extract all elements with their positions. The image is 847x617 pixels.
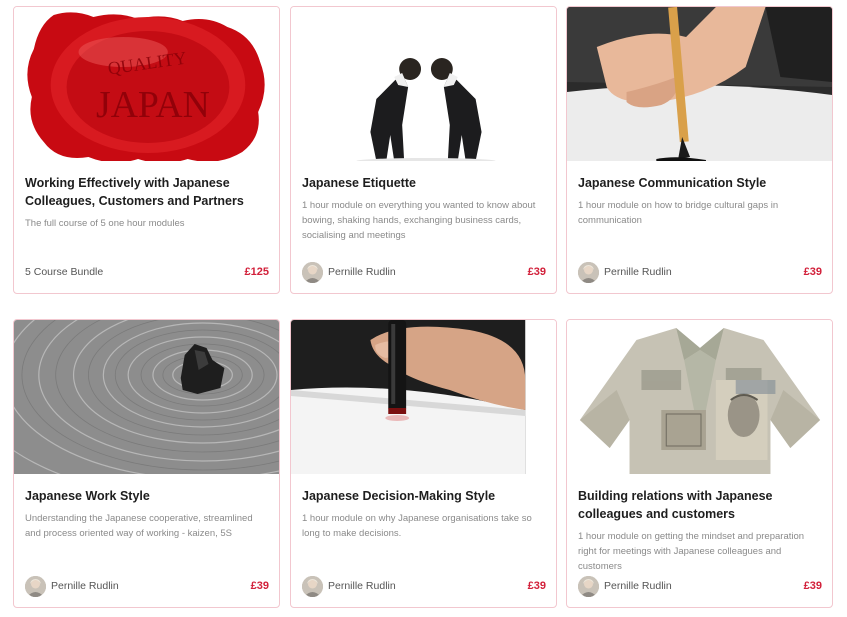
course-title[interactable]: Japanese Communication Style (578, 174, 822, 192)
price: £39 (527, 580, 546, 592)
seal-text-japan: JAPAN (96, 84, 210, 126)
course-description: Understanding the Japanese cooperative, … (25, 513, 253, 539)
hanko-stamp-image (291, 320, 556, 474)
bundle-label: 5 Course Bundle (25, 266, 104, 278)
card-footer: Pernille Rudlin £39 (578, 261, 822, 283)
avatar (302, 575, 323, 597)
author[interactable]: Pernille Rudlin (302, 261, 396, 283)
price: £39 (803, 580, 822, 592)
price: £39 (527, 266, 546, 278)
course-title[interactable]: Japanese Work Style (25, 487, 269, 505)
course-card-japanese-etiquette[interactable]: Japanese Etiquette 1 hour module on ever… (290, 6, 557, 294)
author-name: Pernille Rudlin (604, 580, 672, 592)
course-card-work-style[interactable]: Japanese Work Style Understanding the Ja… (13, 319, 280, 608)
author-name: Pernille Rudlin (328, 266, 396, 278)
course-description: 1 hour module on getting the mindset and… (578, 531, 805, 572)
course-title[interactable]: Japanese Decision-Making Style (302, 487, 546, 505)
author[interactable]: Pernille Rudlin (578, 261, 672, 283)
card-footer: Pernille Rudlin £39 (25, 575, 269, 597)
course-description: 1 hour module on everything you wanted t… (302, 200, 536, 241)
course-description: 1 hour module on why Japanese organisati… (302, 513, 532, 539)
author[interactable]: Pernille Rudlin (578, 575, 672, 597)
course-title[interactable]: Japanese Etiquette (302, 174, 546, 192)
card-footer: Pernille Rudlin £39 (302, 261, 546, 283)
avatar (578, 261, 599, 283)
price: £39 (250, 580, 269, 592)
bowing-businessmen-image (291, 7, 556, 161)
card-footer: 5 Course Bundle £125 (25, 261, 269, 283)
course-description: 1 hour module on how to bridge cultural … (578, 200, 779, 226)
price: £125 (244, 266, 269, 278)
avatar (302, 261, 323, 283)
author-name: Pernille Rudlin (604, 266, 672, 278)
course-card-communication-style[interactable]: Japanese Communication Style 1 hour modu… (566, 6, 833, 294)
course-card-working-effectively[interactable]: QUALITY JAPAN Working Effectively with J… (13, 6, 280, 294)
author[interactable]: Pernille Rudlin (302, 575, 396, 597)
red-wax-seal-image: QUALITY JAPAN (14, 7, 279, 161)
course-card-decision-making-style[interactable]: Japanese Decision-Making Style 1 hour mo… (290, 319, 557, 608)
card-footer: Pernille Rudlin £39 (578, 575, 822, 597)
origami-yen-shirt-image (567, 320, 832, 474)
avatar (578, 575, 599, 597)
avatar (25, 575, 46, 597)
zen-rock-garden-image (14, 320, 279, 474)
author-name: Pernille Rudlin (328, 580, 396, 592)
course-description: The full course of 5 one hour modules (25, 218, 185, 229)
course-title[interactable]: Building relations with Japanese colleag… (578, 487, 822, 523)
course-title[interactable]: Working Effectively with Japanese Collea… (25, 174, 269, 210)
author-name: Pernille Rudlin (51, 580, 119, 592)
author[interactable]: Pernille Rudlin (25, 575, 119, 597)
calligraphy-brush-image (567, 7, 832, 161)
price: £39 (803, 266, 822, 278)
card-footer: Pernille Rudlin £39 (302, 575, 546, 597)
course-card-building-relations[interactable]: Building relations with Japanese colleag… (566, 319, 833, 608)
